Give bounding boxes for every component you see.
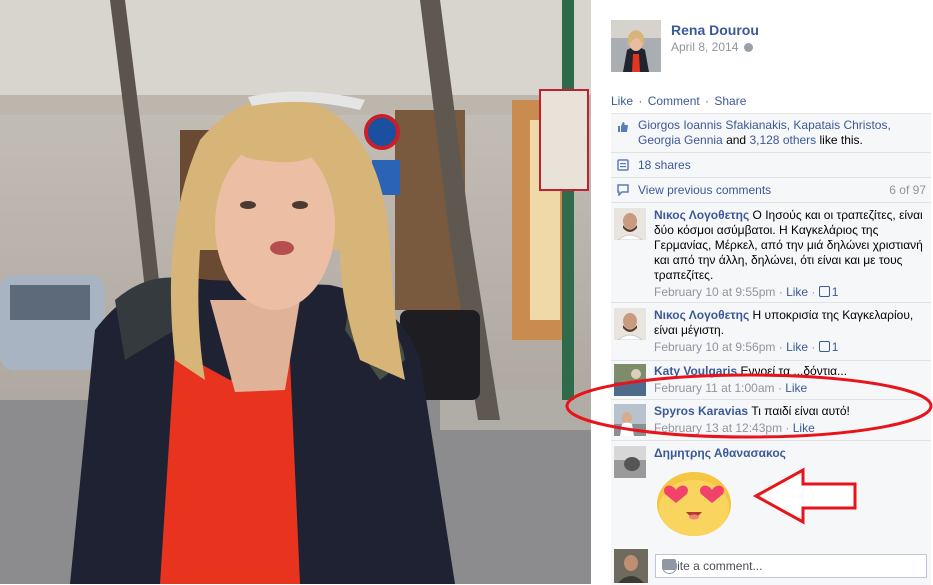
arrow-icon	[752, 467, 857, 525]
annotation-layer	[565, 373, 933, 525]
highlight-ellipse	[565, 373, 933, 439]
